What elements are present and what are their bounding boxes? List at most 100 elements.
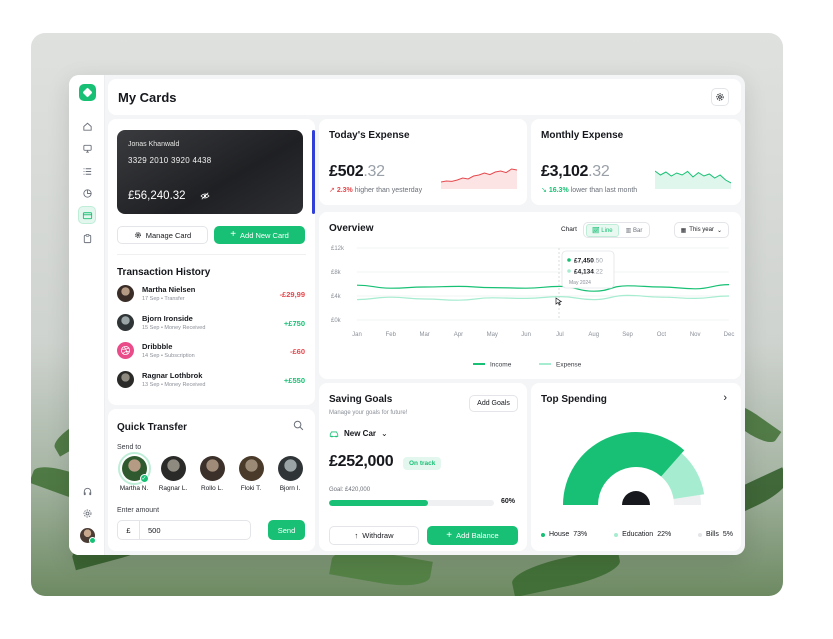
saving-goals-panel: Saving Goals Manage your goals for futur… — [319, 383, 527, 551]
transaction-row[interactable]: Dribbble 14 Sep • Subscription -£60 — [117, 341, 306, 370]
add-new-card-button[interactable]: + Add New Card — [214, 226, 305, 244]
x-tick-label: Dec — [724, 332, 735, 338]
goal-selector[interactable]: New Car ⌄ — [329, 429, 388, 438]
bar-toggle-label: Bar — [632, 227, 643, 234]
transaction-row[interactable]: Ragnar Lothbrok 13 Sep • Money Received … — [117, 370, 306, 399]
todays-expense-note: ↗ 2.3% higher than yesterday — [329, 186, 422, 194]
chart-legend: Income Expense — [473, 362, 582, 369]
avatar — [117, 313, 134, 331]
send-button[interactable]: Send — [268, 520, 305, 540]
line-chart-icon: 📈︎ — [592, 227, 600, 234]
user-avatar[interactable] — [80, 528, 96, 544]
arrow-up-icon: ↑ — [354, 531, 359, 540]
chevron-right-icon[interactable]: › — [723, 392, 727, 404]
transaction-type: Money Received — [164, 381, 206, 388]
withdraw-button[interactable]: ↑ Withdraw — [329, 526, 419, 545]
home-icon[interactable] — [78, 117, 96, 135]
avatar — [160, 456, 186, 481]
transaction-row[interactable]: Bjorn Ironside 15 Sep • Money Received +… — [117, 313, 306, 342]
todays-expense-title: Today's Expense — [329, 130, 410, 141]
card-number: 3329 2010 3920 4438 — [128, 156, 212, 165]
y-axis: £12k £8k £4k £0k — [331, 246, 345, 324]
enter-amount-label: Enter amount — [117, 507, 160, 514]
recipient-list: ✓ Martha N. Ragnar L. Rollo L. Floki T. … — [117, 452, 307, 492]
todays-expense-panel: Today's Expense £502.32 ↗ 2.3% higher th… — [319, 119, 527, 205]
recipient[interactable]: Floki T. — [234, 456, 268, 492]
transaction-meta: 14 Sep • Subscription — [142, 353, 195, 359]
manage-card-button[interactable]: Manage Card — [117, 226, 208, 244]
x-tick-label: Jun — [521, 332, 531, 338]
transaction-type: Subscription — [164, 353, 195, 359]
spending-legend: House 73% Education 22% Bills 5% — [541, 531, 733, 538]
recipient[interactable]: Ragnar L. — [156, 456, 190, 492]
monitor-icon[interactable] — [78, 139, 96, 157]
avatar — [117, 285, 134, 302]
recipient-name: Martha N. — [119, 485, 149, 492]
legend-dot — [614, 532, 619, 537]
transaction-row[interactable]: Martha Nielsen 17 Sep • Transfer -£29,99 — [117, 284, 306, 313]
top-spending-title: Top Spending — [541, 394, 607, 405]
recipient[interactable]: Rollo L. — [195, 456, 229, 492]
pie-chart-icon[interactable] — [78, 184, 96, 202]
spending-gauge — [563, 432, 705, 505]
line-toggle[interactable]: 📈︎ Line — [586, 223, 619, 237]
top-bar: My Cards — [108, 79, 741, 115]
bar-toggle[interactable]: ▥ Bar — [621, 225, 648, 236]
headphones-icon[interactable] — [78, 482, 96, 500]
list-icon[interactable] — [78, 162, 96, 180]
transaction-date: 14 Sep — [142, 353, 160, 359]
gear-icon[interactable] — [78, 504, 96, 522]
tooltip-expense: £4,134.22 — [574, 269, 603, 276]
avatar — [117, 370, 134, 388]
legend-bills: Bills 5% — [698, 531, 733, 538]
bank-card[interactable]: Jonas Khanwald 3329 2010 3920 4438 £56,2… — [117, 130, 303, 214]
next-card-edge[interactable] — [312, 130, 315, 214]
period-dropdown[interactable]: ▦ This year ⌄ — [673, 222, 729, 238]
monthly-expense-title: Monthly Expense — [541, 130, 624, 141]
change-value: 16.3% — [548, 187, 569, 194]
tooltip-expense-main: £4,134 — [574, 269, 594, 276]
clipboard-icon[interactable] — [78, 229, 96, 247]
eye-off-icon[interactable] — [200, 192, 210, 200]
y-tick-label: £0k — [331, 318, 342, 324]
x-tick-label: May — [487, 332, 498, 338]
add-balance-button[interactable]: + Add Balance — [427, 526, 518, 545]
legend-dot — [698, 532, 703, 537]
legend-label: Education — [622, 531, 654, 538]
add-balance-label: Add Balance — [456, 531, 499, 540]
quick-transfer-title: Quick Transfer — [117, 422, 188, 433]
transaction-name: Dribbble — [142, 342, 173, 351]
mouse-cursor-icon — [555, 297, 563, 306]
recipient[interactable]: Bjorn I. — [273, 456, 307, 492]
currency-selector[interactable]: £ — [118, 521, 140, 539]
add-goals-button[interactable]: Add Goals — [469, 395, 518, 412]
recipient-name: Ragnar L. — [158, 485, 188, 492]
legend-value: 73% — [573, 531, 588, 538]
transactions-title: Transaction History — [117, 267, 211, 278]
chart-type-label: Chart — [561, 226, 577, 233]
send-to-label: Send to — [117, 444, 142, 451]
income-series-line — [356, 284, 730, 292]
settings-button[interactable] — [711, 88, 729, 106]
app-logo[interactable] — [79, 84, 96, 101]
avatar — [277, 456, 303, 481]
gauge-center — [622, 491, 650, 505]
legend-label: House — [549, 531, 570, 538]
transaction-amount: -£29,99 — [279, 290, 305, 299]
transaction-amount: -£60 — [289, 347, 305, 356]
page-title: My Cards — [118, 90, 177, 105]
change-value: 2.3% — [336, 187, 353, 194]
recipient[interactable]: ✓ Martha N. — [117, 452, 151, 492]
chart-grid — [357, 247, 729, 321]
app-window: My Cards Jonas Khanwald 3329 2010 3920 4… — [69, 75, 745, 555]
car-icon — [329, 431, 339, 437]
card-icon[interactable] — [78, 206, 96, 224]
amount-input[interactable]: £ 500 — [117, 520, 251, 540]
plus-icon: + — [230, 229, 237, 240]
divider — [117, 254, 306, 255]
y-tick-label: £12k — [331, 246, 345, 252]
recipient-name: Floki T. — [240, 485, 262, 492]
search-icon[interactable] — [293, 420, 304, 431]
monthly-expense-panel: Monthly Expense £3,102.32 ↘ 16.3% lower … — [531, 119, 741, 205]
tooltip-income: £7,450.50 — [574, 258, 603, 265]
